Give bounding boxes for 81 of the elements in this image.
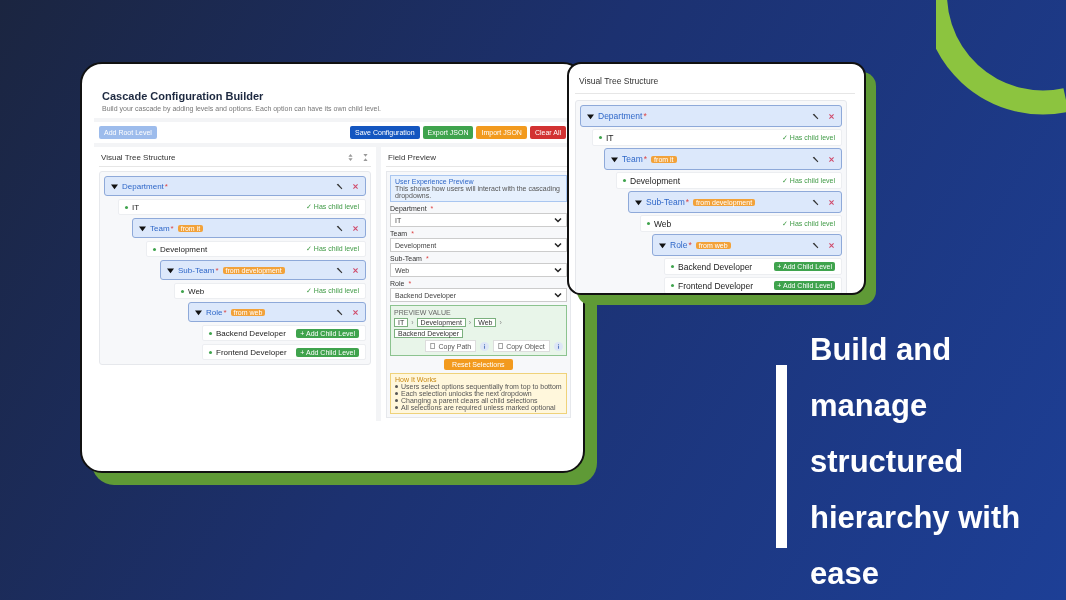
info-icon[interactable]	[553, 341, 563, 351]
caret-icon[interactable]	[195, 308, 202, 316]
pencil-icon[interactable]	[812, 155, 819, 163]
bullet-icon	[181, 289, 184, 293]
caret-icon[interactable]	[111, 182, 118, 190]
pencil-icon[interactable]	[336, 224, 343, 232]
required-mark: *	[215, 265, 219, 275]
arrows-icon[interactable]	[362, 153, 369, 162]
cross-icon[interactable]	[828, 112, 835, 120]
bullet-icon	[209, 331, 212, 335]
caret-icon[interactable]	[167, 266, 174, 274]
option-label: Frontend Developer	[678, 280, 754, 291]
level-label: Sub-Team	[178, 265, 215, 275]
bullet-icon	[395, 406, 398, 409]
cross-icon[interactable]	[828, 241, 835, 249]
caret-icon[interactable]	[139, 224, 146, 232]
caret-icon[interactable]	[611, 155, 618, 163]
bullet-icon	[671, 265, 674, 268]
pencil-icon[interactable]	[336, 182, 343, 190]
copy-icon	[430, 342, 437, 350]
chevron-down-icon[interactable]	[553, 242, 562, 248]
cross-icon[interactable]	[352, 224, 359, 232]
bullet-icon	[671, 284, 674, 287]
level-row[interactable]: Department*	[580, 105, 842, 127]
bullet-icon	[395, 399, 398, 402]
bullet-icon	[395, 385, 398, 388]
required-mark: *	[223, 307, 227, 317]
caret-icon[interactable]	[587, 112, 594, 120]
pencil-icon[interactable]	[812, 112, 819, 120]
bullet-icon	[125, 205, 128, 209]
cross-icon[interactable]	[352, 266, 359, 274]
chevron-down-icon[interactable]	[553, 267, 562, 273]
level-label: Role	[670, 240, 688, 250]
level-label: Team	[150, 223, 170, 233]
headline: Build and manage structured hierarchy with ease	[810, 331, 1022, 593]
bullet-icon	[153, 247, 156, 251]
level-label: Department	[598, 111, 643, 121]
pencil-icon[interactable]	[812, 198, 819, 206]
level-label: Department	[122, 181, 164, 191]
required-mark: *	[688, 240, 692, 250]
panel-title: Visual Tree Structure	[101, 153, 176, 162]
pencil-icon[interactable]	[336, 308, 343, 316]
bullet-icon	[395, 392, 398, 395]
required-mark: *	[164, 181, 168, 191]
panel-title: Field Preview	[388, 153, 436, 162]
pencil-icon[interactable]	[336, 266, 343, 274]
option-label: Web	[188, 286, 205, 296]
bullet-icon	[599, 136, 602, 139]
cross-icon[interactable]	[828, 155, 835, 163]
required-mark: *	[170, 223, 174, 233]
bullet-icon	[209, 350, 212, 354]
level-label: Sub-Team	[646, 197, 685, 207]
option-label: Backend Developer	[216, 328, 286, 338]
level-row[interactable]: Department*	[104, 176, 366, 196]
chevron-down-icon[interactable]	[553, 292, 562, 298]
cross-icon[interactable]	[352, 182, 359, 190]
chevron-down-icon[interactable]	[553, 217, 562, 223]
bullet-icon	[623, 179, 626, 182]
copy-icon	[498, 342, 505, 350]
bullet-icon	[647, 222, 650, 225]
info-icon[interactable]	[480, 341, 490, 351]
option-label: Frontend Developer	[216, 347, 287, 357]
option-label: Development	[630, 175, 681, 186]
caret-icon[interactable]	[635, 198, 642, 206]
cross-icon[interactable]	[352, 308, 359, 316]
arrows-icon[interactable]	[347, 153, 354, 162]
panel-title: Visual Tree Structure	[579, 76, 659, 86]
caret-icon[interactable]	[659, 241, 666, 249]
required-mark: *	[685, 197, 690, 207]
option-label: Backend Developer	[678, 261, 753, 272]
pencil-icon[interactable]	[812, 241, 819, 249]
app-title: Cascade Configuration Builder	[102, 90, 265, 102]
cross-icon[interactable]	[828, 198, 835, 206]
level-label: Role	[206, 307, 223, 317]
required-mark: *	[643, 154, 648, 164]
level-label: Team	[622, 154, 643, 164]
option-label: IT	[606, 132, 614, 143]
option-label: Web	[654, 218, 672, 229]
option-label: Development	[160, 244, 208, 254]
option-label: IT	[132, 202, 140, 212]
required-mark: *	[643, 111, 647, 121]
